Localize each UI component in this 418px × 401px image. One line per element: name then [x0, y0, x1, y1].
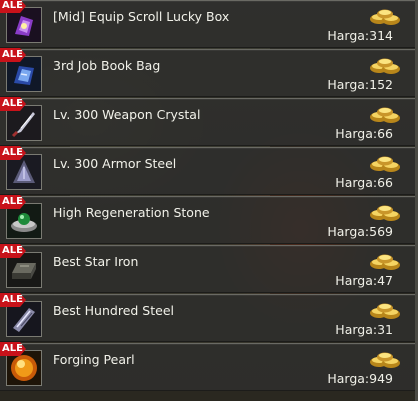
- gold-ingot-icon: [370, 303, 400, 319]
- gold-ingot-icon: [370, 205, 400, 221]
- item-name: Best Hundred Steel: [53, 303, 174, 318]
- item-price: Harga:152: [327, 77, 393, 92]
- item-price: Harga:31: [335, 322, 393, 337]
- item-name: 3rd Job Book Bag: [53, 58, 161, 73]
- item-price: Harga:66: [335, 126, 393, 141]
- item-price: Harga:314: [327, 28, 393, 43]
- shop-item-row[interactable]: ALE Forging Pearl Harga:949: [0, 342, 415, 391]
- shop-item-row[interactable]: ALE 3rd Job Book Bag Harga:152: [0, 48, 415, 97]
- shop-item-row[interactable]: ALE Best Star Iron Harga:47: [0, 244, 415, 293]
- item-name: Lv. 300 Weapon Crystal: [53, 107, 201, 122]
- shop-item-row[interactable]: ALE Best Hundred Steel Harga:31: [0, 293, 415, 342]
- gold-ingot-icon: [370, 58, 400, 74]
- shop-item-row[interactable]: ALE High Regeneration Stone Harga:569: [0, 195, 415, 244]
- item-price: Harga:66: [335, 175, 393, 190]
- item-name: High Regeneration Stone: [53, 205, 210, 220]
- item-price: Harga:47: [335, 273, 393, 288]
- gold-ingot-icon: [370, 9, 400, 25]
- shop-item-row[interactable]: ALE Lv. 300 Armor Steel Harga:66: [0, 146, 415, 195]
- shop-item-list: ALE [Mid] Equip Scroll Lucky Box Harga:3…: [0, 0, 418, 401]
- gold-ingot-icon: [370, 156, 400, 172]
- gold-ingot-icon: [370, 107, 400, 123]
- item-name: Forging Pearl: [53, 352, 135, 367]
- item-name: [Mid] Equip Scroll Lucky Box: [53, 9, 230, 24]
- item-price: Harga:569: [327, 224, 393, 239]
- item-price: Harga:949: [327, 371, 393, 386]
- item-name: Lv. 300 Armor Steel: [53, 156, 177, 171]
- shop-item-row[interactable]: ALE Lv. 300 Weapon Crystal Harga:66: [0, 97, 415, 146]
- item-name: Best Star Iron: [53, 254, 139, 269]
- gold-ingot-icon: [370, 254, 400, 270]
- gold-ingot-icon: [370, 352, 400, 368]
- shop-item-row[interactable]: ALE [Mid] Equip Scroll Lucky Box Harga:3…: [0, 0, 415, 48]
